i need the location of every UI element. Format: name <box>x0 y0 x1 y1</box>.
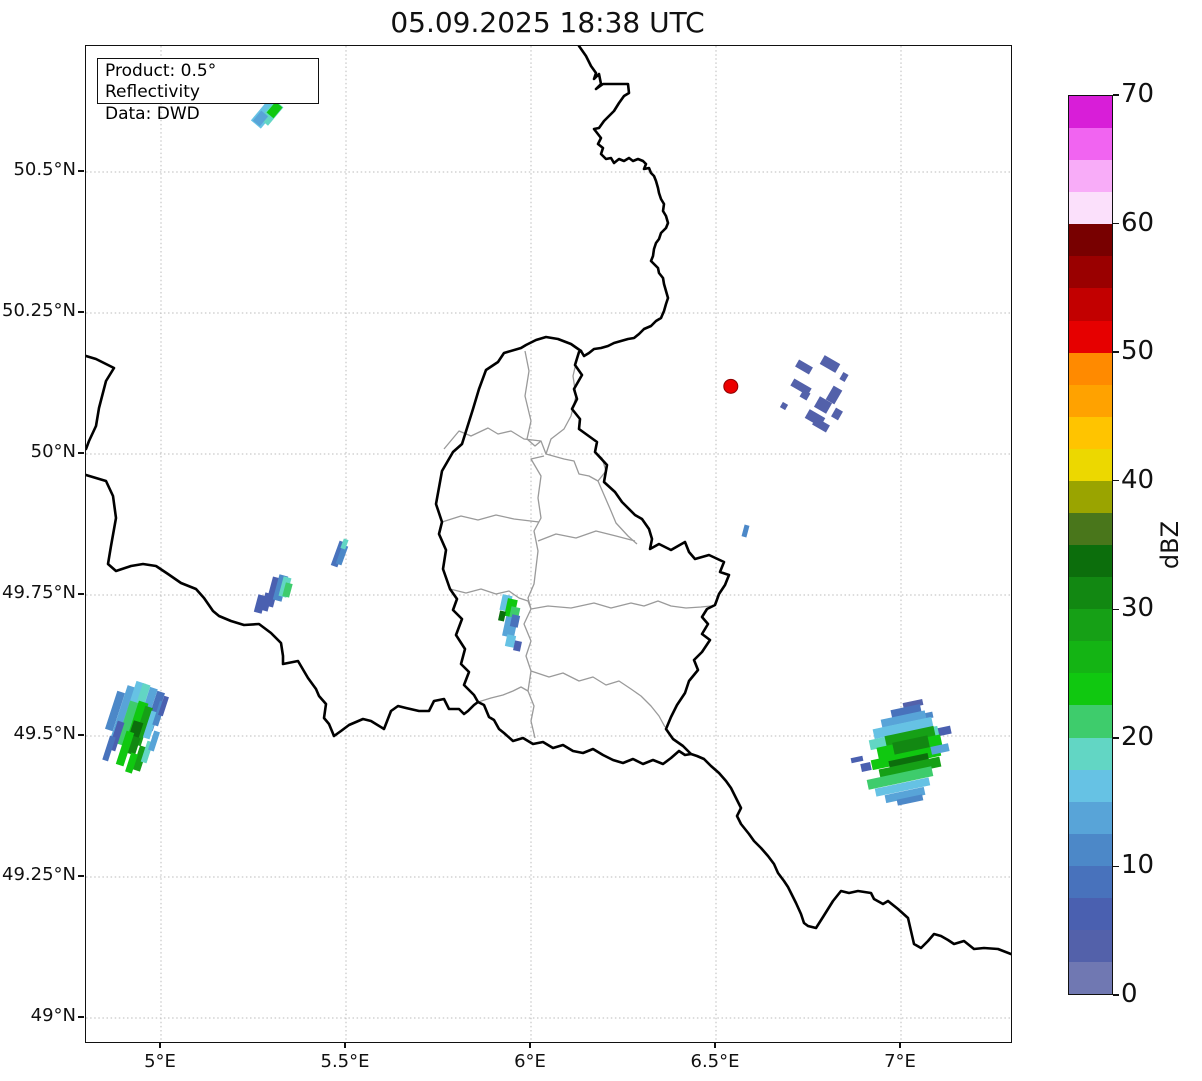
colorbar-segment <box>1069 834 1112 866</box>
country-border <box>691 754 1011 954</box>
colorbar-segment <box>1069 738 1112 770</box>
country-border <box>579 46 668 356</box>
district-border <box>531 671 665 727</box>
radar-figure: 05.09.2025 18:38 UTC Product: 0.5° Refle… <box>0 0 1202 1081</box>
x-tick-mark <box>529 1042 531 1048</box>
colorbar-tick-mark <box>1113 737 1119 739</box>
country-border <box>436 337 729 764</box>
radar-echo-cell <box>831 408 843 421</box>
colorbar-segment <box>1069 962 1112 994</box>
colorbar-tick-label: 0 <box>1121 979 1191 1009</box>
district-border <box>538 531 635 541</box>
y-tick-label: 49.75°N <box>0 582 76 603</box>
colorbar-segment <box>1069 930 1112 962</box>
y-tick-mark <box>78 875 84 877</box>
colorbar-segment <box>1069 770 1112 802</box>
colorbar-segment <box>1069 385 1112 417</box>
colorbar-segment <box>1069 288 1112 320</box>
colorbar-segment <box>1069 513 1112 545</box>
colorbar-segment <box>1069 481 1112 513</box>
colorbar-segment <box>1069 673 1112 705</box>
colorbar-tick-mark <box>1113 351 1119 353</box>
y-tick-mark <box>78 452 84 454</box>
colorbar-segment <box>1069 353 1112 385</box>
map-canvas <box>86 46 1011 1042</box>
x-tick-mark <box>344 1042 346 1048</box>
colorbar <box>1068 95 1113 995</box>
radar-echo-cell <box>742 525 750 538</box>
product-label: Product: 0.5° Reflectivity <box>105 61 311 104</box>
district-border <box>478 687 528 702</box>
radar-echo-cell <box>851 756 864 763</box>
x-tick-mark <box>159 1042 161 1048</box>
product-annotation-box: Product: 0.5° Reflectivity Data: DWD <box>97 58 319 104</box>
district-border <box>442 515 539 522</box>
figure-title: 05.09.2025 18:38 UTC <box>85 6 1010 39</box>
colorbar-tick-mark <box>1113 94 1119 96</box>
colorbar-segment <box>1069 609 1112 641</box>
y-tick-label: 50.5°N <box>0 159 76 180</box>
y-tick-mark <box>78 734 84 736</box>
colorbar-segment <box>1069 192 1112 224</box>
colorbar-segment <box>1069 224 1112 256</box>
colorbar-segment <box>1069 256 1112 288</box>
colorbar-tick-mark <box>1113 609 1119 611</box>
y-tick-label: 49°N <box>0 1005 76 1026</box>
radar-site-marker <box>724 379 738 393</box>
district-border <box>450 589 531 609</box>
y-tick-label: 49.25°N <box>0 864 76 885</box>
x-tick-mark <box>899 1042 901 1048</box>
x-tick-label: 7°E <box>860 1051 940 1072</box>
y-tick-mark <box>78 170 84 172</box>
map-plot-area: Product: 0.5° Reflectivity Data: DWD <box>85 45 1012 1043</box>
y-tick-label: 50°N <box>0 441 76 462</box>
colorbar-tick-label: 70 <box>1121 79 1191 109</box>
colorbar-tick-label: 20 <box>1121 722 1191 752</box>
y-tick-mark <box>78 1016 84 1018</box>
y-tick-label: 49.5°N <box>0 723 76 744</box>
colorbar-tick-mark <box>1113 994 1119 996</box>
colorbar-segment <box>1069 128 1112 160</box>
radar-echo-cell <box>795 360 813 375</box>
x-tick-label: 6°E <box>490 1051 570 1072</box>
x-tick-label: 5.5°E <box>305 1051 385 1072</box>
colorbar-segment <box>1069 160 1112 192</box>
radar-echo-cell <box>498 610 506 621</box>
y-tick-mark <box>78 593 84 595</box>
colorbar-segment <box>1069 577 1112 609</box>
colorbar-segment <box>1069 866 1112 898</box>
colorbar-tick-label: 40 <box>1121 465 1191 495</box>
y-tick-mark <box>78 311 84 313</box>
colorbar-segment <box>1069 802 1112 834</box>
colorbar-segment <box>1069 641 1112 673</box>
radar-echo-cell <box>860 762 871 772</box>
colorbar-unit-label: dBZ <box>1140 513 1200 577</box>
colorbar-tick-mark <box>1113 866 1119 868</box>
x-tick-mark <box>714 1042 716 1048</box>
colorbar-segment <box>1069 705 1112 737</box>
x-tick-label: 6.5°E <box>675 1051 755 1072</box>
colorbar-tick-label: 60 <box>1121 208 1191 238</box>
colorbar-tick-mark <box>1113 480 1119 482</box>
colorbar-segment <box>1069 898 1112 930</box>
radar-echo-cell <box>820 355 841 373</box>
district-border <box>531 601 711 609</box>
radar-echo-cell <box>780 402 788 410</box>
colorbar-tick-label: 50 <box>1121 336 1191 366</box>
district-border <box>524 456 544 738</box>
data-source-label: Data: DWD <box>105 104 311 125</box>
colorbar-segment <box>1069 417 1112 449</box>
colorbar-tick-mark <box>1113 223 1119 225</box>
colorbar-segment <box>1069 321 1112 353</box>
colorbar-tick-label: 10 <box>1121 850 1191 880</box>
colorbar-segment <box>1069 449 1112 481</box>
y-tick-label: 50.25°N <box>0 300 76 321</box>
colorbar-segment <box>1069 545 1112 577</box>
colorbar-segment <box>1069 96 1112 128</box>
country-border <box>86 356 114 449</box>
x-tick-label: 5°E <box>120 1051 200 1072</box>
district-border <box>525 351 541 446</box>
colorbar-tick-label: 30 <box>1121 593 1191 623</box>
radar-echo-cell <box>839 372 848 382</box>
